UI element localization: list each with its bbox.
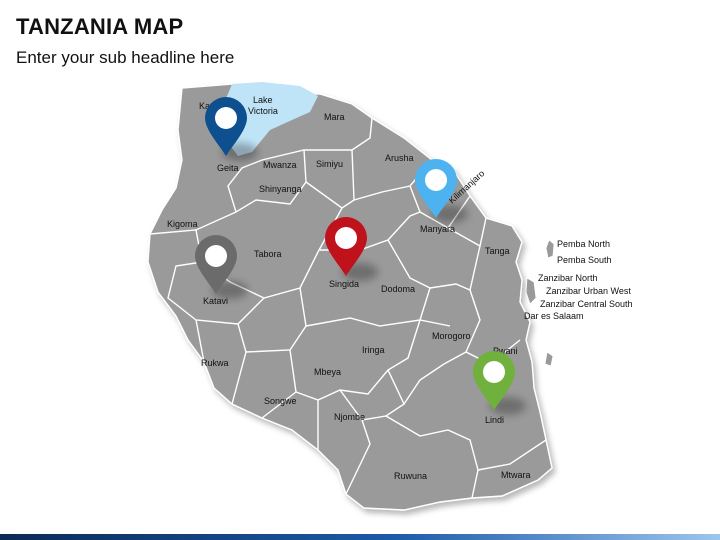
region-label-arusha: Arusha xyxy=(385,153,414,163)
island-label-zanzibar-central-south: Zanzibar Central South xyxy=(540,299,633,309)
island-label-zanzibar-urban-west: Zanzibar Urban West xyxy=(546,286,631,296)
pin-center-dot xyxy=(335,227,357,249)
region-label-mara: Mara xyxy=(324,112,345,122)
tanzania-map: Ka Mara Geita Mwanza Simiyu Arusha Shiny… xyxy=(147,82,633,511)
island-label-zanzibar-north: Zanzibar North xyxy=(538,273,598,283)
region-label-geita: Geita xyxy=(217,163,239,173)
region-label-mtwara: Mtwara xyxy=(501,470,531,480)
region-label-lindi: Lindi xyxy=(485,415,504,425)
region-label-mbeya: Mbeya xyxy=(314,367,341,377)
pin-center-dot xyxy=(425,169,447,191)
zanzibar-island xyxy=(525,277,537,305)
region-label-singida: Singida xyxy=(329,279,359,289)
island-label-pemba-south: Pemba South xyxy=(557,255,612,265)
island-labels: Pemba North Pemba South Zanzibar North Z… xyxy=(524,239,633,321)
mafia-island xyxy=(544,351,554,367)
pin-center-dot xyxy=(483,361,505,383)
region-label-manyara: Manyara xyxy=(420,224,455,234)
pemba-island xyxy=(545,239,555,259)
region-label-kigoma: Kigoma xyxy=(167,219,198,229)
footer-accent-bar xyxy=(0,534,720,540)
island-label-pemba-north: Pemba North xyxy=(557,239,610,249)
region-label-songwe: Songwe xyxy=(264,396,297,406)
region-label-rukwa: Rukwa xyxy=(201,358,229,368)
region-label-dodoma: Dodoma xyxy=(381,284,415,294)
region-label-katavi: Katavi xyxy=(203,296,228,306)
region-label-morogoro: Morogoro xyxy=(432,331,471,341)
region-label-shinyanga: Shinyanga xyxy=(259,184,302,194)
pin-center-dot xyxy=(215,107,237,129)
region-label-iringa: Iringa xyxy=(362,345,385,355)
region-label-tabora: Tabora xyxy=(254,249,282,259)
region-label-tanga: Tanga xyxy=(485,246,510,256)
region-label-njombe: Njombe xyxy=(334,412,365,422)
region-label-simiyu: Simiyu xyxy=(316,159,343,169)
region-label-ruwuna: Ruwuna xyxy=(394,471,427,481)
region-label-mwanza: Mwanza xyxy=(263,160,297,170)
island-label-dar-es-salaam: Dar es Salaam xyxy=(524,311,584,321)
pin-center-dot xyxy=(205,245,227,267)
